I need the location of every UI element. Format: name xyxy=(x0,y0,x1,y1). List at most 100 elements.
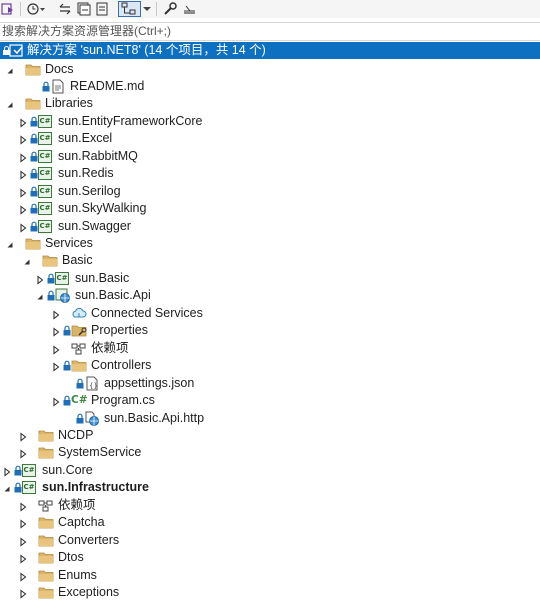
collapsed-arrow-icon[interactable] xyxy=(18,553,28,564)
tree-item[interactable]: {} appsettings.json xyxy=(0,375,540,393)
tree-item[interactable]: C# sun.Swagger xyxy=(0,218,540,236)
tree-item[interactable]: Services xyxy=(0,235,540,253)
collapsed-arrow-icon[interactable] xyxy=(51,309,61,320)
tree-item[interactable]: C# Program.cs xyxy=(0,392,540,410)
solution-label: 解决方案 'sun.NET8' (14 个项目，共 14 个) xyxy=(27,43,266,57)
collapsed-arrow-icon[interactable] xyxy=(18,187,28,198)
sync-icon[interactable] xyxy=(57,1,73,17)
collapsed-arrow-icon[interactable] xyxy=(2,466,12,477)
tree-item[interactable]: Converters xyxy=(0,532,540,550)
csharp-project-icon: C# xyxy=(38,202,52,216)
http-file-icon xyxy=(84,411,100,426)
tree-item-label: sun.Serilog xyxy=(58,183,121,198)
collapsed-arrow-icon[interactable] xyxy=(18,536,28,547)
tree-item[interactable]: Libraries xyxy=(0,95,540,113)
expanded-arrow-icon[interactable] xyxy=(2,483,12,493)
csharp-project-icon: C# xyxy=(55,271,69,285)
expanded-arrow-icon[interactable] xyxy=(5,99,15,109)
tree-item[interactable]: 依赖项 xyxy=(0,497,540,515)
tree-item[interactable]: C# sun.RabbitMQ xyxy=(0,148,540,166)
collapsed-arrow-icon[interactable] xyxy=(18,152,28,163)
preview-icon[interactable] xyxy=(181,1,197,17)
tree-item[interactable]: C# sun.Core xyxy=(0,462,540,480)
svg-text:{}: {} xyxy=(89,382,98,390)
collapsed-arrow-icon[interactable] xyxy=(35,274,45,285)
show-all-files-icon[interactable] xyxy=(94,1,110,17)
collapsed-arrow-icon[interactable] xyxy=(18,588,28,599)
folder-icon xyxy=(38,550,54,565)
tree-item[interactable]: C# sun.Excel xyxy=(0,130,540,148)
tree-item[interactable]: Enums xyxy=(0,567,540,585)
lock-icon xyxy=(63,325,71,336)
collapsed-arrow-icon[interactable] xyxy=(18,448,28,460)
tree-item-label: 依赖项 xyxy=(91,340,129,355)
tree-item[interactable]: 依赖项 xyxy=(0,340,540,358)
tree-item[interactable]: C# sun.Redis xyxy=(0,165,540,183)
tree-item[interactable]: SystemService xyxy=(0,444,540,462)
tree-item-label: sun.Redis xyxy=(58,166,114,181)
tree-item[interactable]: Controllers xyxy=(0,357,540,375)
properties-icon[interactable] xyxy=(162,1,178,17)
solution-icon xyxy=(9,44,23,57)
tree-item[interactable]: C# sun.Serilog xyxy=(0,183,540,201)
collapsed-arrow-icon[interactable] xyxy=(18,169,28,180)
tree-item-label: sun.Infrastructure xyxy=(42,480,149,495)
properties-folder-icon xyxy=(71,323,87,338)
tree-item-label: Exceptions xyxy=(58,585,120,599)
tree-item[interactable]: C# sun.Infrastructure xyxy=(0,479,540,497)
collapsed-arrow-icon[interactable] xyxy=(51,344,61,355)
tree-item[interactable]: README.md xyxy=(0,78,540,96)
tree-item[interactable]: NCDP xyxy=(0,427,540,445)
tree-item-label: Properties xyxy=(91,323,148,338)
tree-item[interactable]: Basic xyxy=(0,252,540,270)
expanded-arrow-icon[interactable] xyxy=(5,65,15,75)
collapsed-arrow-icon[interactable] xyxy=(18,431,28,442)
folder-icon xyxy=(25,62,41,77)
collapsed-arrow-icon[interactable] xyxy=(51,326,61,337)
expanded-arrow-icon[interactable] xyxy=(35,291,45,301)
tree-item[interactable]: Docs xyxy=(0,61,540,79)
csharp-project-icon: C# xyxy=(22,463,36,477)
tree-item[interactable]: Properties xyxy=(0,322,540,340)
tree-item[interactable]: sun.Basic.Api xyxy=(0,287,540,305)
solution-node[interactable]: 解决方案 'sun.NET8' (14 个项目，共 14 个) xyxy=(0,42,540,59)
tree-item[interactable]: C# sun.Basic xyxy=(0,270,540,288)
history-icon[interactable] xyxy=(26,1,46,17)
expanded-arrow-icon[interactable] xyxy=(5,239,15,249)
collapsed-arrow-icon[interactable] xyxy=(18,222,28,233)
collapsed-arrow-icon[interactable] xyxy=(18,117,28,128)
tree-item[interactable]: Captcha xyxy=(0,514,540,532)
expanded-arrow-icon[interactable] xyxy=(22,256,32,266)
view-icon[interactable] xyxy=(118,1,141,17)
tree-item[interactable]: Connected Services xyxy=(0,305,540,323)
chevron-down-icon[interactable] xyxy=(142,1,152,17)
solution-explorer-icon[interactable] xyxy=(1,1,15,17)
tree-item-label: Services xyxy=(45,236,93,250)
tree-item[interactable]: sun.Basic.Api.http xyxy=(0,410,540,428)
collapse-all-icon[interactable] xyxy=(76,1,92,17)
connected-services-icon xyxy=(71,306,87,321)
collapsed-arrow-icon[interactable] xyxy=(18,518,28,529)
lock-icon xyxy=(47,273,55,284)
folder-icon xyxy=(42,253,58,268)
collapsed-arrow-icon[interactable] xyxy=(51,396,61,407)
tree-item[interactable]: Exceptions xyxy=(0,584,540,602)
lock-icon xyxy=(76,378,84,389)
lock-icon xyxy=(30,116,38,127)
tree-item-label: sun.Excel xyxy=(58,131,113,146)
collapsed-arrow-icon[interactable] xyxy=(18,204,28,215)
collapsed-arrow-icon[interactable] xyxy=(51,361,61,372)
collapsed-arrow-icon[interactable] xyxy=(18,134,28,145)
tree-item-label: sun.Core xyxy=(42,462,93,477)
toolbar xyxy=(0,0,540,18)
folder-icon xyxy=(38,428,54,443)
tree-item-label: Program.cs xyxy=(91,393,155,408)
lock-icon xyxy=(30,133,38,144)
tree-item[interactable]: C# sun.EntityFrameworkCore xyxy=(0,113,540,131)
collapsed-arrow-icon[interactable] xyxy=(18,501,28,512)
tree-item[interactable]: Dtos xyxy=(0,549,540,567)
collapsed-arrow-icon[interactable] xyxy=(18,571,28,582)
tree-item[interactable]: C# sun.SkyWalking xyxy=(0,200,540,218)
tree-item-label: sun.RabbitMQ xyxy=(58,148,138,163)
search-input[interactable]: 搜索解决方案资源管理器(Ctrl+;) xyxy=(0,22,540,41)
